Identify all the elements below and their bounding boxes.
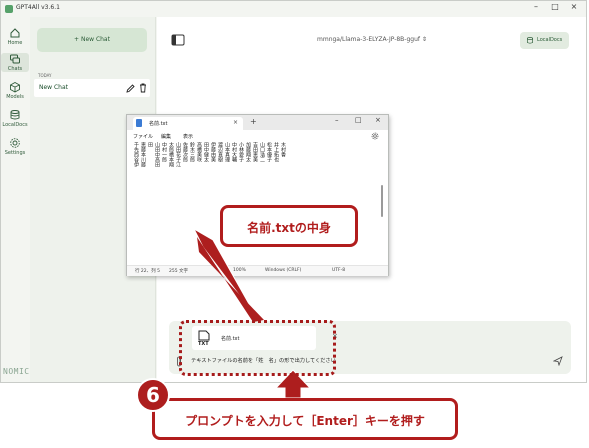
- step-number-badge: 6: [136, 378, 170, 412]
- screenshot: GPT4All v3.6.1 – □ × Home Chats Models L…: [0, 0, 589, 448]
- attachment-highlight: [179, 320, 336, 376]
- step-instruction-box: プロンプトを入力して［Enter］キーを押す: [152, 398, 458, 440]
- callout-label: 名前.txtの中身: [220, 205, 358, 247]
- step-instruction-text: プロンプトを入力して［Enter］キーを押す: [185, 414, 425, 428]
- callout-text: 名前.txtの中身: [247, 221, 331, 235]
